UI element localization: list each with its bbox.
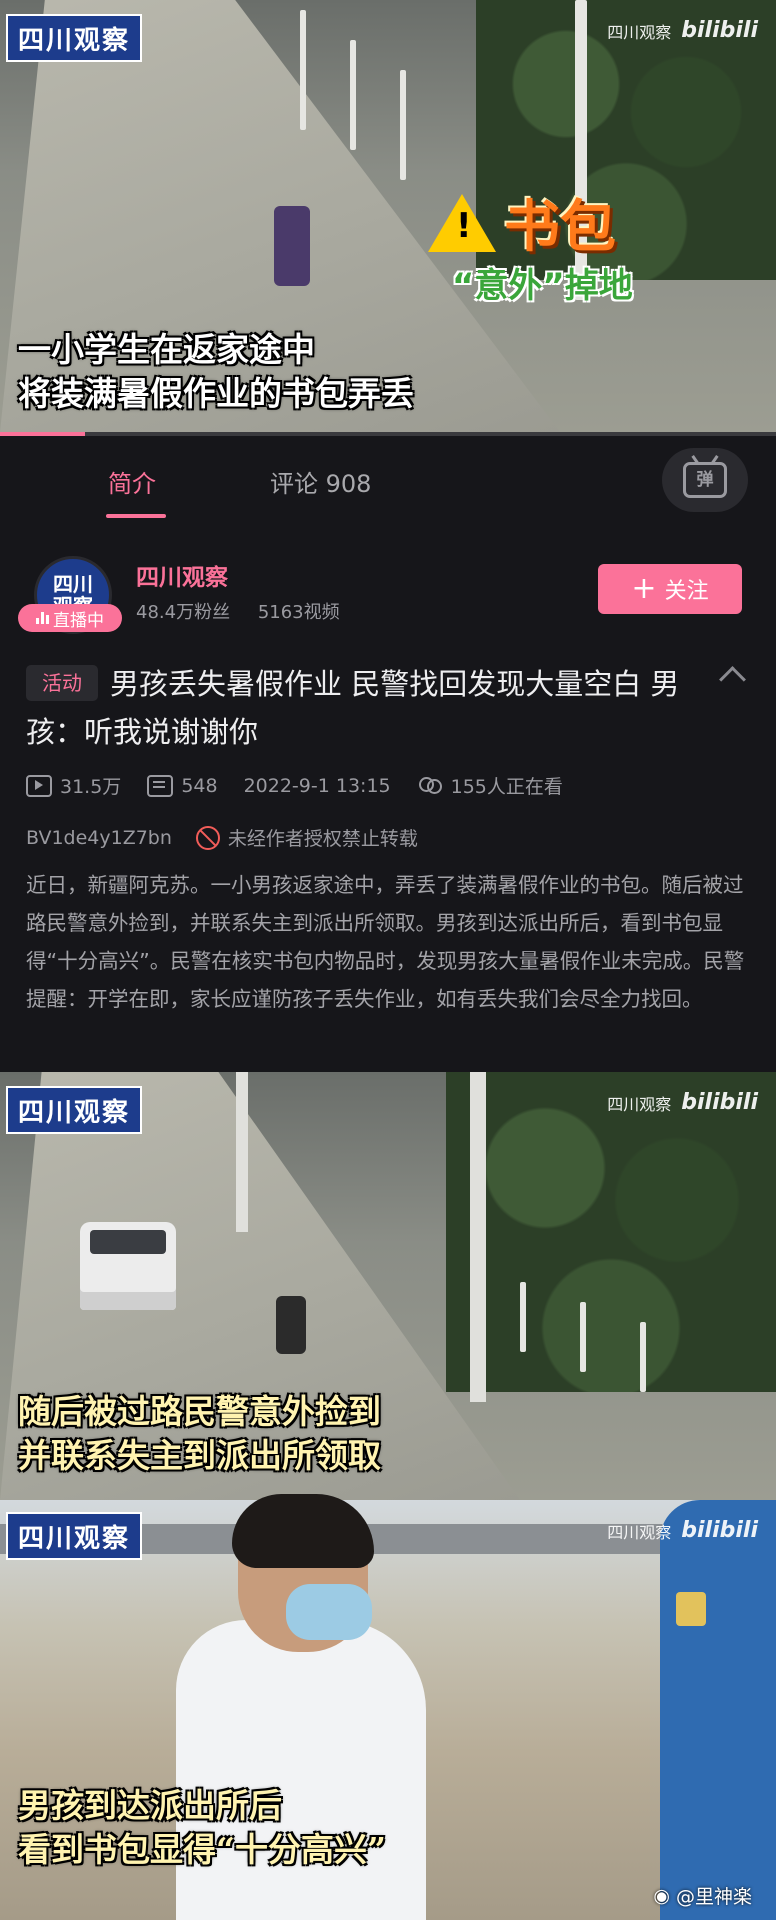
caption-line-2: 将装满暑假作业的书包弄丢: [18, 374, 414, 413]
video-description: 近日，新疆阿克苏。一小男孩返家途中，弄丢了装满暑假作业的书包。随后被过路民警意外…: [26, 873, 745, 1011]
video-title-block: 活动 男孩丢失暑假作业 民警找回发现大量空白 男孩：听我说谢谢你: [26, 660, 716, 756]
police-car-image: [80, 1222, 176, 1310]
live-label: 直播中: [53, 610, 104, 631]
tab-intro[interactable]: 简介: [108, 464, 156, 499]
follow-button[interactable]: + 关注: [598, 564, 742, 614]
face-mask-image: [286, 1584, 372, 1640]
bvid: BV1de4y1Z7bn: [26, 826, 172, 849]
bilibili-logo: bilibili: [681, 1090, 758, 1115]
boy-shirt-image: [176, 1620, 426, 1920]
activity-tag[interactable]: 活动: [26, 665, 98, 701]
channel-logo: 四川观察: [6, 14, 143, 62]
watermark: 四川观察 bilibili: [607, 1518, 758, 1543]
bilibili-logo: bilibili: [681, 18, 758, 43]
weibo-handle: @里神楽: [675, 1886, 752, 1908]
bilibili-logo: bilibili: [681, 1518, 758, 1543]
tab-comments[interactable]: 评论 908: [270, 464, 371, 499]
video-meta: 31.5万 548 2022-9-1 13:15 155人正在看: [26, 772, 589, 799]
watermark-channel: 四川观察: [607, 1522, 672, 1542]
tab-bar: 简介 评论 908 弹: [0, 436, 776, 524]
uploader-name[interactable]: 四川观察: [136, 558, 228, 592]
trees-image: [446, 1072, 776, 1392]
fence-post: [520, 1282, 526, 1352]
watching-icon: [417, 776, 443, 796]
follow-label: 关注: [664, 579, 709, 604]
live-badge[interactable]: 直播中: [18, 604, 122, 632]
scooter-rider: [274, 206, 310, 286]
caption-line-2: 并联系失主到派出所领取: [18, 1436, 381, 1475]
tab-active-indicator: [106, 514, 166, 518]
channel-logo: 四川观察: [6, 1086, 143, 1134]
weibo-icon: ◉: [653, 1884, 670, 1907]
watermark: 四川观察 bilibili: [607, 1090, 758, 1115]
warning-sticker: ! 书包: [428, 182, 616, 263]
watermark-channel: 四川观察: [607, 1094, 672, 1114]
watching-count: 155人正在看: [450, 776, 563, 798]
utility-pole: [470, 1072, 486, 1402]
utility-pole: [236, 1072, 248, 1232]
weibo-watermark: ◉ @里神楽: [653, 1882, 752, 1909]
video-title: 男孩丢失暑假作业 民警找回发现大量空白 男孩：听我说谢谢你: [26, 667, 680, 749]
fence-post: [580, 1302, 586, 1372]
channel-logo: 四川观察: [6, 1512, 143, 1560]
caption-line-1: 男孩到达派出所后: [18, 1786, 282, 1825]
uploader-stats: 48.4万粉丝 5163视频: [136, 598, 362, 624]
danmaku-toggle-button[interactable]: 弹: [662, 448, 748, 512]
fence-post: [400, 70, 406, 180]
reprint-notice: 未经作者授权禁止转载: [227, 828, 418, 850]
publish-date: 2022-9-1 13:15: [243, 774, 391, 797]
caption-line-2: 看到书包显得“十分高兴”: [18, 1830, 386, 1869]
no-reprint-icon: [195, 825, 220, 850]
watermark-channel: 四川观察: [607, 22, 672, 42]
danmaku-toggle-icon: 弹: [683, 462, 727, 498]
caption-line-1: 一小学生在返家途中: [18, 330, 315, 369]
officer-bending-image: [276, 1296, 306, 1354]
sticker-title: 书包: [504, 194, 616, 260]
view-count: 31.5万: [60, 776, 122, 798]
follower-count: 48.4万粉丝: [136, 602, 231, 623]
fence-post: [350, 40, 356, 150]
play-count-icon: [26, 774, 52, 797]
fence-post: [300, 10, 306, 130]
video-count: 5163视频: [257, 602, 340, 623]
video-id-row: BV1de4y1Z7bn 未经作者授权禁止转载: [26, 824, 418, 851]
warning-icon: !: [428, 193, 496, 252]
danmaku-count-icon: [147, 774, 174, 797]
danmaku-count: 548: [181, 774, 218, 797]
plus-icon: +: [631, 571, 657, 606]
live-bars-icon: [36, 612, 49, 624]
sticker-subtitle: “意外”掉地: [452, 266, 633, 306]
police-badge-image: [676, 1592, 706, 1626]
watermark: 四川观察 bilibili: [607, 18, 758, 43]
collapse-chevron-icon[interactable]: [719, 666, 746, 693]
video-player[interactable]: 四川观察 四川观察 bilibili ! 书包 “意外”掉地 一小学生在返家途中…: [0, 0, 776, 432]
caption-line-1: 随后被过路民警意外捡到: [18, 1392, 381, 1431]
police-officer-image: [660, 1500, 776, 1920]
fence-post: [640, 1322, 646, 1392]
